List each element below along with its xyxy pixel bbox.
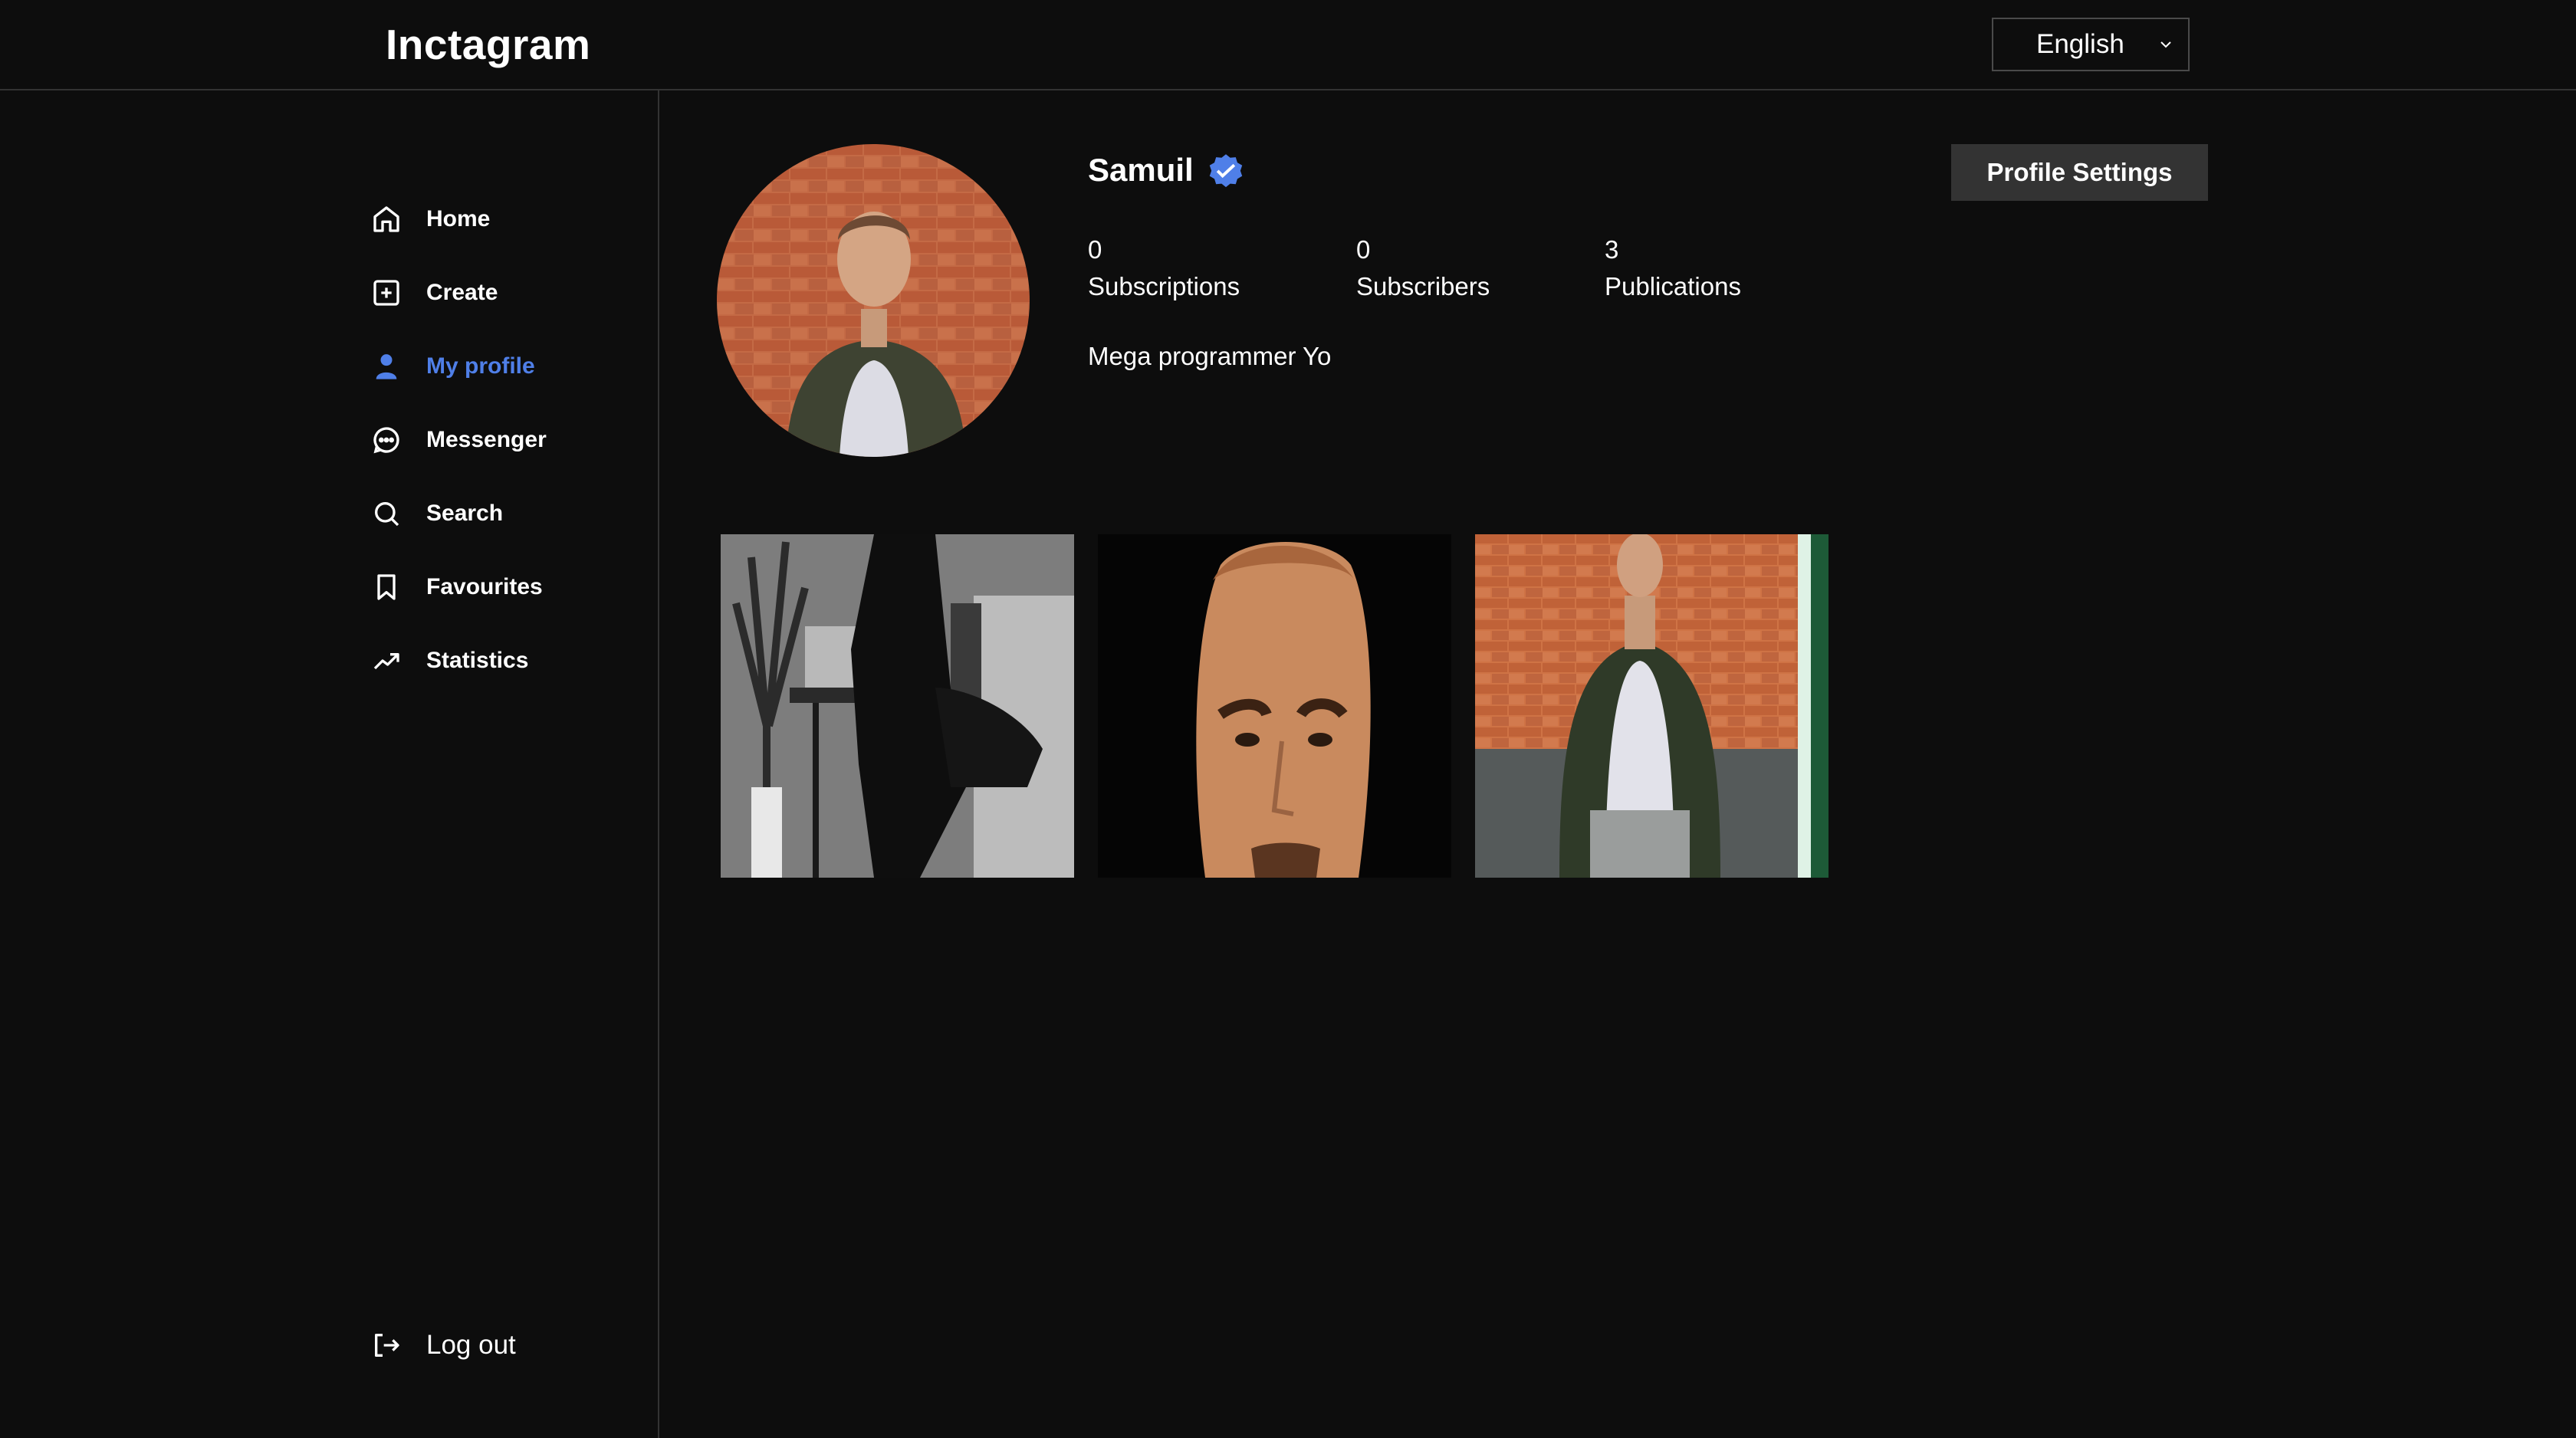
sidebar-item-label: Statistics — [426, 648, 529, 673]
app-logo[interactable]: Inctagram — [386, 20, 590, 69]
language-selected-value: English — [2036, 29, 2124, 59]
post-thumbnail[interactable] — [1098, 534, 1451, 878]
sidebar-item-label: Create — [426, 280, 498, 305]
person-icon — [370, 350, 403, 383]
sidebar-item-home[interactable]: Home — [370, 196, 490, 242]
log-out-icon — [370, 1328, 403, 1362]
post-thumbnail[interactable] — [721, 534, 1074, 878]
home-icon — [370, 202, 403, 236]
sidebar-item-label: Messenger — [426, 427, 547, 452]
sidebar-item-favourites[interactable]: Favourites — [370, 564, 543, 610]
sidebar-item-label: My profile — [426, 353, 535, 379]
plus-square-icon — [370, 276, 403, 310]
bookmark-icon — [370, 570, 403, 604]
stat-label: Publications — [1605, 272, 1741, 300]
stat-value: 0 — [1088, 235, 1102, 264]
logout-button[interactable]: Log out — [370, 1322, 516, 1368]
stat-value: 3 — [1605, 235, 1619, 264]
stat-label: Subscriptions — [1088, 272, 1240, 300]
sidebar-item-my-profile[interactable]: My profile — [370, 343, 535, 389]
trending-up-icon — [370, 644, 403, 678]
stat-subscribers[interactable]: 0 Subscribers — [1356, 231, 1490, 305]
stat-label: Subscribers — [1356, 272, 1490, 300]
profile-username: Samuil — [1088, 152, 1194, 188]
post-thumbnail[interactable] — [1475, 534, 1829, 878]
sidebar: Home Create My profile Messenger Search … — [0, 90, 659, 1438]
search-icon — [370, 497, 403, 530]
sidebar-item-search[interactable]: Search — [370, 491, 503, 537]
sidebar-item-statistics[interactable]: Statistics — [370, 638, 528, 684]
sidebar-item-label: Favourites — [426, 574, 543, 599]
verified-badge-icon — [1209, 154, 1243, 188]
sidebar-item-label: Home — [426, 206, 491, 231]
stat-value: 0 — [1356, 235, 1371, 264]
chevron-down-icon — [2160, 41, 2171, 48]
stat-publications[interactable]: 3 Publications — [1605, 231, 1741, 305]
profile-settings-button[interactable]: Profile Settings — [1951, 144, 2208, 201]
stat-subscriptions[interactable]: 0 Subscriptions — [1088, 231, 1240, 305]
language-select[interactable]: English — [1992, 18, 2190, 71]
sidebar-item-create[interactable]: Create — [370, 270, 498, 316]
profile-bio: Mega programmer Yo — [1088, 342, 1332, 370]
sidebar-item-label: Search — [426, 501, 504, 526]
sidebar-item-messenger[interactable]: Messenger — [370, 417, 547, 463]
top-header: Inctagram English — [0, 0, 2576, 90]
profile-avatar[interactable] — [717, 144, 1030, 457]
message-circle-icon — [370, 423, 403, 457]
logout-label: Log out — [426, 1330, 516, 1360]
